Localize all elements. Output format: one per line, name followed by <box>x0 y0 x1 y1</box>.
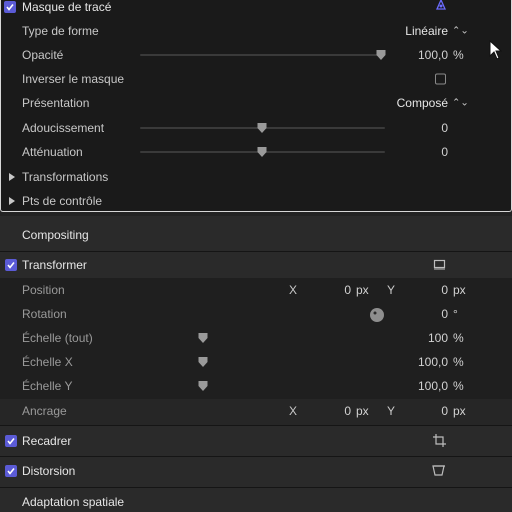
transforms-label[interactable]: Transformations <box>22 170 108 184</box>
opacity-unit: % <box>453 48 464 62</box>
transform-onscreen-icon[interactable] <box>433 259 446 273</box>
position-x-unit: px <box>356 283 369 297</box>
checkmark-icon <box>7 262 15 269</box>
falloff-label: Atténuation <box>22 145 83 159</box>
opacity-value[interactable]: 100,0 <box>418 48 448 62</box>
feather-row: Adoucissement 0 <box>0 116 512 140</box>
scale-x-label: Échelle X <box>22 355 73 369</box>
shape-type-row: Type de forme Linéaire ⌃⌄ <box>0 19 512 43</box>
scale-y-value[interactable]: 100,0 <box>418 379 448 393</box>
control-points-label[interactable]: Pts de contrôle <box>22 194 102 208</box>
anchor-y-unit: px <box>453 404 466 418</box>
mask-title: Masque de tracé <box>22 0 112 14</box>
scale-y-slider-thumb[interactable] <box>198 381 208 391</box>
anchor-x-unit: px <box>356 404 369 418</box>
slider-thumb-icon <box>257 123 267 133</box>
shape-type-label: Type de forme <box>22 24 99 38</box>
control-points-disclosure-row[interactable]: Pts de contrôle <box>0 189 512 213</box>
scale-all-value[interactable]: 100 <box>428 331 448 345</box>
slider-thumb-icon <box>198 357 208 367</box>
opacity-slider-track[interactable] <box>140 54 385 56</box>
scale-y-label: Échelle Y <box>22 379 73 393</box>
popup-arrows-icon[interactable]: ⌃⌄ <box>452 98 469 109</box>
slider-thumb-icon <box>376 50 386 60</box>
slider-thumb-icon <box>198 381 208 391</box>
rotation-unit: ° <box>453 307 458 321</box>
mask-header-row: Masque de tracé <box>0 0 512 19</box>
opacity-label: Opacité <box>22 48 64 62</box>
rotation-value[interactable]: 0 <box>441 307 448 321</box>
anchor-x-label: X <box>289 404 298 418</box>
feather-label: Adoucissement <box>22 121 105 135</box>
position-row: Position X 0 px Y 0 px <box>0 278 512 302</box>
slider-thumb-icon <box>257 147 267 157</box>
falloff-row: Atténuation 0 <box>0 140 512 164</box>
opacity-row: Opacité 100,0 % <box>0 43 512 67</box>
shape-type-popup[interactable]: Linéaire <box>405 24 448 38</box>
compositing-title[interactable]: Compositing <box>22 228 89 242</box>
spatial-title[interactable]: Adaptation spatiale <box>22 495 124 509</box>
mask-enable-checkbox[interactable] <box>4 1 16 13</box>
rotation-dial-icon[interactable] <box>369 307 385 326</box>
popup-arrows-icon[interactable]: ⌃⌄ <box>452 26 469 37</box>
disclosure-triangle-icon[interactable] <box>9 173 15 181</box>
feather-slider-thumb[interactable] <box>257 123 267 133</box>
transform-header-row: Transformer <box>0 253 512 277</box>
scale-all-row: Échelle (tout) 100 % <box>0 326 512 350</box>
falloff-slider-thumb[interactable] <box>257 147 267 157</box>
anchor-label: Ancrage <box>22 404 67 418</box>
anchor-y-value[interactable]: 0 <box>441 404 448 418</box>
crop-title[interactable]: Recadrer <box>22 434 71 448</box>
distort-onscreen-icon[interactable] <box>432 465 446 479</box>
scale-x-value[interactable]: 100,0 <box>418 355 448 369</box>
position-y-unit: px <box>453 283 466 297</box>
scale-x-row: Échelle X 100,0 % <box>0 350 512 374</box>
checkmark-icon <box>7 468 15 475</box>
opacity-slider-thumb[interactable] <box>376 50 386 60</box>
disclosure-triangle-icon[interactable] <box>9 197 15 205</box>
scale-all-label: Échelle (tout) <box>22 331 93 345</box>
position-x-label: X <box>289 283 298 297</box>
spatial-header-row[interactable]: Adaptation spatiale <box>0 490 512 512</box>
mouse-cursor-icon <box>489 39 503 63</box>
distort-title[interactable]: Distorsion <box>22 464 75 478</box>
transform-enable-checkbox[interactable] <box>5 259 17 271</box>
anchor-row: Ancrage X 0 px Y 0 px <box>0 399 512 423</box>
invert-row: Inverser le masque <box>0 67 512 91</box>
position-y-value[interactable]: 0 <box>441 283 448 297</box>
mask-tool-icon[interactable] <box>435 0 447 14</box>
anchor-y-label: Y <box>387 404 396 418</box>
falloff-value[interactable]: 0 <box>441 145 448 159</box>
presentation-label: Présentation <box>22 96 90 110</box>
invert-checkbox[interactable] <box>435 73 446 85</box>
crop-enable-checkbox[interactable] <box>5 435 17 447</box>
rotation-label: Rotation <box>22 307 67 321</box>
scale-y-row: Échelle Y 100,0 % <box>0 374 512 398</box>
checkmark-icon <box>7 438 15 445</box>
position-x-value[interactable]: 0 <box>344 283 351 297</box>
scale-all-unit: % <box>453 331 464 345</box>
crop-header-row: Recadrer <box>0 429 512 453</box>
crop-onscreen-icon[interactable] <box>433 434 446 450</box>
rotation-row: Rotation 0 ° <box>0 302 512 326</box>
presentation-popup[interactable]: Composé <box>397 96 448 110</box>
scale-y-unit: % <box>453 379 464 393</box>
feather-value[interactable]: 0 <box>441 121 448 135</box>
anchor-x-value[interactable]: 0 <box>344 404 351 418</box>
presentation-row: Présentation Composé ⌃⌄ <box>0 91 512 115</box>
position-y-label: Y <box>387 283 396 297</box>
scale-x-unit: % <box>453 355 464 369</box>
transform-title[interactable]: Transformer <box>22 258 87 272</box>
compositing-header-row[interactable]: Compositing <box>0 223 512 247</box>
distort-header-row: Distorsion <box>0 459 512 483</box>
scale-all-slider-thumb[interactable] <box>198 333 208 343</box>
distort-enable-checkbox[interactable] <box>5 465 17 477</box>
transforms-disclosure-row[interactable]: Transformations <box>0 165 512 189</box>
slider-thumb-icon <box>198 333 208 343</box>
invert-label: Inverser le masque <box>22 72 125 86</box>
position-label: Position <box>22 283 65 297</box>
scale-x-slider-thumb[interactable] <box>198 357 208 367</box>
checkmark-icon <box>6 4 14 11</box>
